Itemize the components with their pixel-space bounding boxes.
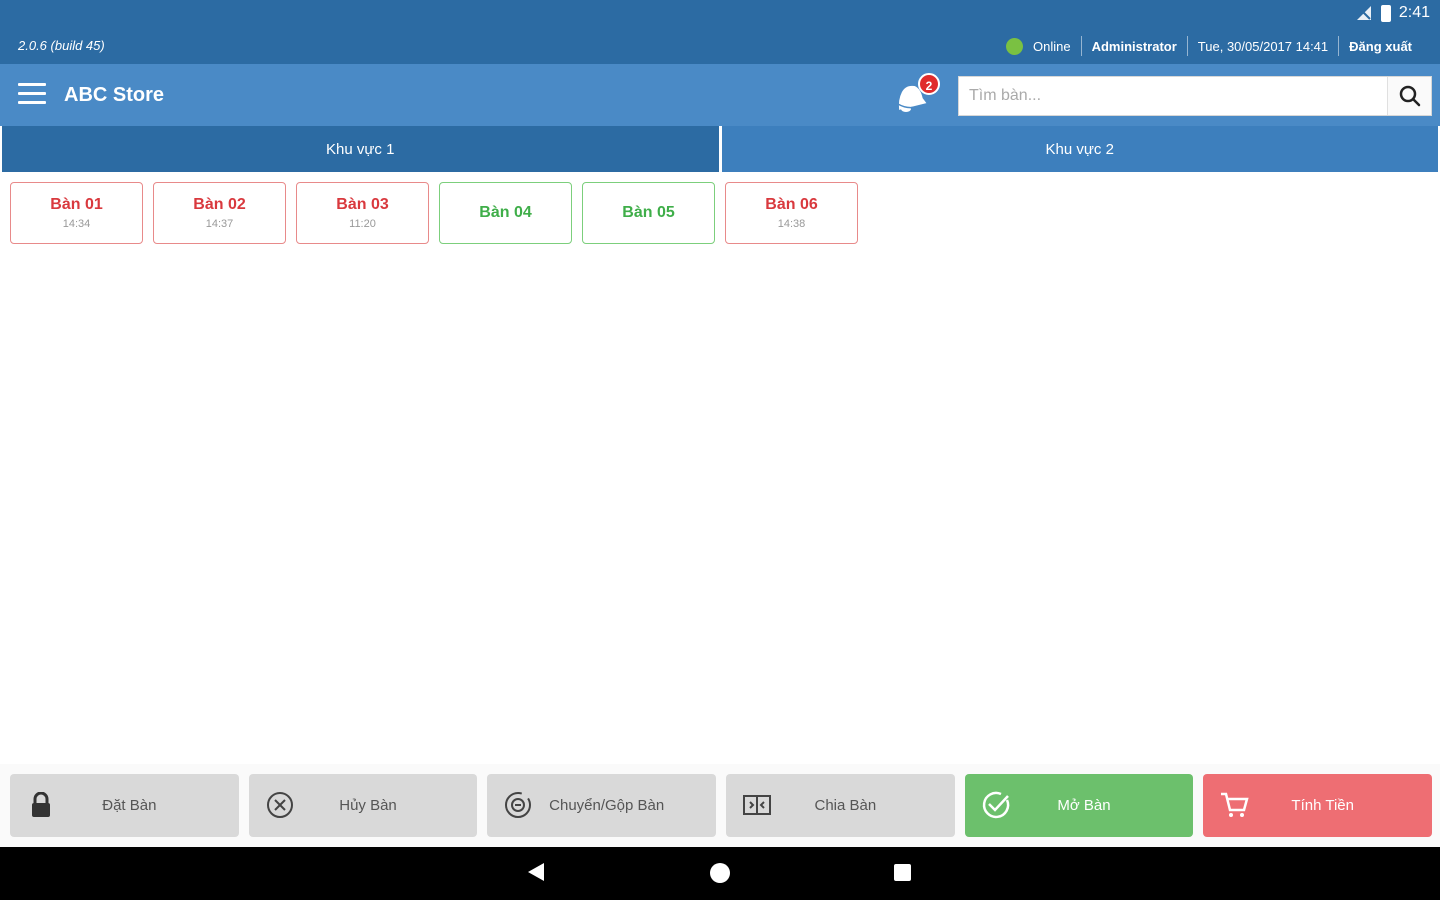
store-name: ABC Store [64,84,165,106]
hamburger-menu-icon[interactable] [18,83,46,107]
search-button[interactable] [1387,77,1431,115]
cancel-table-button[interactable]: Hủy Bàn [248,774,478,837]
search-input[interactable] [959,77,1387,115]
home-icon[interactable] [710,863,730,883]
back-icon[interactable] [528,863,544,881]
table-card-02[interactable]: Bàn 02 14:37 [153,182,286,244]
check-circle-icon [981,790,1011,820]
table-name: Bàn 06 [765,196,818,213]
table-card-05[interactable]: Bàn 05 [582,182,715,244]
search-icon [1399,85,1420,107]
table-card-03[interactable]: Bàn 03 11:20 [296,182,429,244]
table-time: 11:20 [349,218,376,230]
checkout-button[interactable]: Tính Tiền [1203,774,1433,837]
reserve-table-button[interactable]: Đặt Bàn [10,774,239,837]
move-merge-table-button[interactable]: Chuyển/Gộp Bàn [487,774,717,837]
current-user: Administrator [1080,36,1187,56]
table-time: 14:38 [777,218,806,230]
battery-icon [1380,4,1391,22]
table-name: Bàn 02 [193,196,246,213]
tab-area-1[interactable]: Khu vực 1 [2,126,719,172]
table-search [958,76,1432,116]
table-name: Bàn 01 [50,196,103,213]
notification-count-badge: 2 [918,73,940,95]
system-status-bar: 2:41 [0,0,1440,28]
online-indicator-icon [1005,37,1023,55]
app-version: 2.0.6 (build 45) [18,38,105,53]
lock-icon [26,790,56,820]
area-tabs: Khu vực 1 Khu vực 2 [0,126,1440,172]
table-card-04[interactable]: Bàn 04 [439,182,572,244]
current-datetime: Tue, 30/05/2017 14:41 [1186,36,1338,56]
split-table-button[interactable]: Chia Bàn [726,774,955,837]
table-name: Bàn 03 [336,196,389,213]
signal-icon [1356,6,1371,20]
transfer-icon [503,790,533,820]
split-icon [742,790,772,820]
clock: 2:41 [1398,4,1430,21]
table-grid: Bàn 01 14:34 Bàn 02 14:37 Bàn 03 11:20 B… [10,182,858,244]
table-card-06[interactable]: Bàn 06 14:38 [725,182,858,244]
recent-apps-icon[interactable] [894,864,911,881]
cart-icon [1219,790,1249,820]
table-time: 14:37 [205,218,234,230]
open-table-button[interactable]: Mở Bàn [964,774,1194,837]
action-bar: Đặt Bàn Hủy Bàn Chuyển/Gộp Bàn Chia Bàn … [0,764,1440,847]
close-circle-icon [265,790,295,820]
table-name: Bàn 04 [479,204,532,221]
tab-area-2[interactable]: Khu vực 2 [721,126,1438,172]
table-name: Bàn 05 [622,204,675,221]
logout-button[interactable]: Đăng xuất [1338,36,1422,56]
table-card-01[interactable]: Bàn 01 14:34 [10,182,143,244]
system-nav-bar [0,847,1440,900]
connection-status: Online [996,36,1081,56]
table-time: 14:34 [62,218,91,230]
app-info-bar: 2.0.6 (build 45) Online Administrator Tu… [0,28,1440,64]
connection-status-label: Online [1032,38,1071,54]
